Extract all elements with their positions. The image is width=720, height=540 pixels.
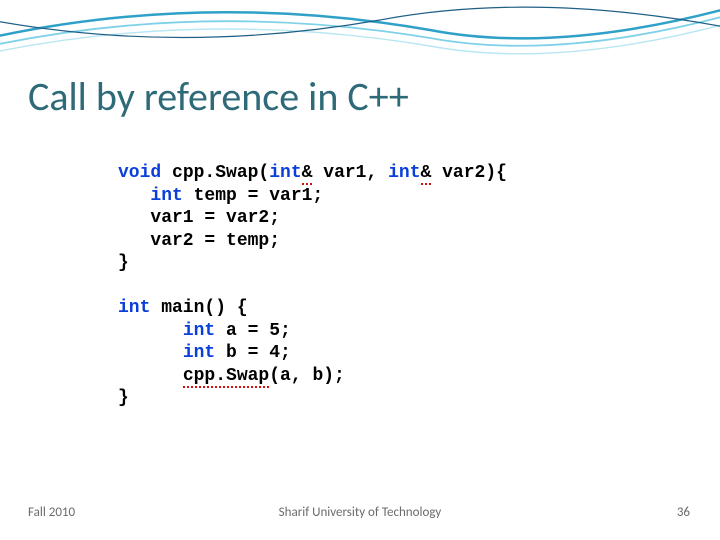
header-swoosh bbox=[0, 0, 720, 70]
code-text: var2){ bbox=[431, 163, 507, 183]
keyword-int: int bbox=[388, 163, 420, 183]
code-block: void cpp.Swap(int& var1, int& var2){ int… bbox=[118, 162, 507, 410]
code-text: main() { bbox=[150, 298, 247, 318]
keyword-void: void bbox=[118, 163, 161, 183]
footer-date: Fall 2010 bbox=[28, 505, 75, 520]
code-text: var2 = temp; bbox=[118, 231, 280, 251]
keyword-int: int bbox=[183, 321, 215, 341]
code-text: temp = var1; bbox=[183, 186, 323, 206]
code-text: a = 5; bbox=[215, 321, 291, 341]
slide-number: 36 bbox=[677, 505, 690, 520]
keyword-int: int bbox=[150, 186, 182, 206]
code-text: b = 4; bbox=[215, 343, 291, 363]
squiggle: & bbox=[421, 163, 432, 185]
code-text: } bbox=[118, 253, 129, 273]
code-text: } bbox=[118, 388, 129, 408]
code-text bbox=[118, 366, 183, 386]
code-text bbox=[118, 343, 183, 363]
slide-title: Call by reference in C++ bbox=[28, 72, 409, 121]
keyword-int: int bbox=[118, 298, 150, 318]
squiggle-call: cpp.Swap bbox=[183, 366, 269, 388]
keyword-int: int bbox=[269, 163, 301, 183]
code-text: (a, b); bbox=[269, 366, 345, 386]
footer-institution: Sharif University of Technology bbox=[279, 505, 442, 520]
code-text bbox=[118, 321, 183, 341]
squiggle: & bbox=[302, 163, 313, 185]
code-text: cpp.Swap( bbox=[161, 163, 269, 183]
code-text: var1 = var2; bbox=[118, 208, 280, 228]
code-text bbox=[118, 186, 150, 206]
code-text: var1, bbox=[312, 163, 388, 183]
keyword-int: int bbox=[183, 343, 215, 363]
